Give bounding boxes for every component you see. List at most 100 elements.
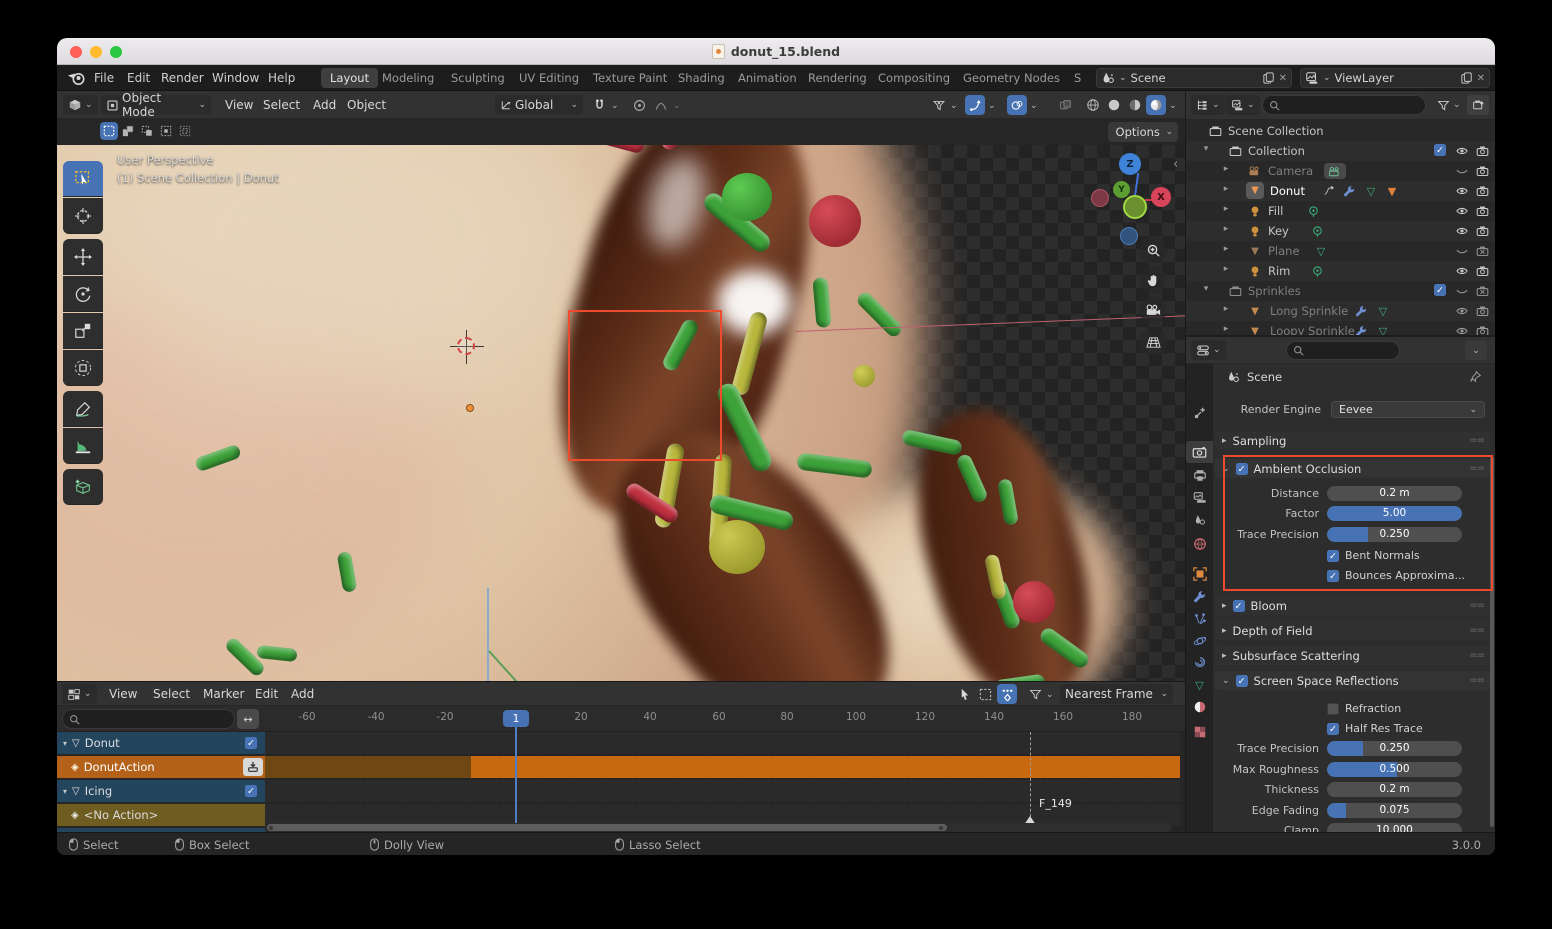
outliner-row-key[interactable]: ▸ Key	[1186, 221, 1495, 241]
new-collection-button[interactable]	[1467, 95, 1489, 115]
channel-checkbox[interactable]: ✓	[245, 785, 257, 797]
eye-icon[interactable]	[1455, 304, 1469, 318]
shading-solid-button[interactable]	[1104, 95, 1124, 115]
outliner-row-loopy-sprinkle[interactable]: ▸ ▼ Loopy Sprinkle ▽	[1186, 321, 1495, 335]
zoom-view-button[interactable]	[1139, 236, 1167, 264]
tab-render[interactable]	[1186, 441, 1213, 463]
remove-viewlayer-icon[interactable]: ✕	[1477, 73, 1485, 84]
timeline-menu-marker[interactable]: Marker	[203, 682, 244, 706]
workspace-tab-modeling[interactable]: Modeling	[373, 68, 443, 88]
track-donut-action[interactable]	[265, 756, 1180, 778]
outliner-row-collection[interactable]: ▾ Collection ✓	[1186, 141, 1495, 161]
tool-measure[interactable]	[63, 428, 103, 464]
tool-transform[interactable]	[63, 350, 103, 386]
bloom-checkbox[interactable]: ✓	[1233, 600, 1245, 612]
camera-render-icon[interactable]	[1475, 224, 1489, 238]
shading-material-button[interactable]	[1125, 95, 1145, 115]
outliner-row-camera[interactable]: ▸ Camera	[1186, 161, 1495, 181]
tab-constraints[interactable]	[1186, 652, 1213, 674]
disclosure-icon[interactable]: ▸	[1220, 204, 1232, 214]
camera-render-icon[interactable]	[1475, 304, 1489, 318]
render-engine-dropdown[interactable]: Eevee ⌄	[1331, 401, 1485, 418]
outliner-row-long-sprinkle[interactable]: ▸ ▼ Long Sprinkle ▽	[1186, 301, 1495, 321]
eye-icon[interactable]	[1455, 324, 1469, 335]
outliner-row-sprinkles[interactable]: ▾ Sprinkles ✓	[1186, 281, 1495, 301]
timeline-menu-add[interactable]: Add	[291, 682, 314, 706]
tool-scale[interactable]	[63, 313, 103, 349]
workspace-tab-texture-paint[interactable]: Texture Paint	[584, 68, 676, 88]
tool-annotate[interactable]	[63, 391, 103, 427]
ssr-halfres-row[interactable]: ✓ Half Res Trace	[1327, 721, 1423, 736]
eye-icon[interactable]	[1455, 184, 1469, 198]
camera-render-icon[interactable]	[1475, 184, 1489, 198]
collection-checkbox[interactable]: ✓	[1434, 284, 1446, 296]
playhead-line[interactable]	[515, 727, 517, 827]
disclosure-icon[interactable]: ▾	[63, 739, 67, 748]
timeline-ruler[interactable]: ↔ -60 -40 -20 20 40 60 80 100 120 140 16…	[57, 706, 1185, 732]
proportional-falloff-button[interactable]	[651, 95, 671, 115]
select-mode-new-button[interactable]	[100, 122, 118, 140]
proportional-editing-button[interactable]	[629, 95, 649, 115]
pan-view-button[interactable]	[1139, 266, 1167, 294]
only-selected-channels-button[interactable]	[997, 684, 1017, 704]
timeline-menu-edit[interactable]: Edit	[255, 682, 278, 706]
ssr-checkbox[interactable]: ✓	[1236, 675, 1248, 687]
eye-icon[interactable]	[1455, 264, 1469, 278]
current-frame-badge[interactable]: 1	[503, 710, 529, 727]
disclosure-icon[interactable]: ▸	[1220, 264, 1232, 274]
timeline-hscrollbar-handle[interactable]	[267, 824, 947, 831]
outliner-row-rim[interactable]: ▸ Rim	[1186, 261, 1495, 281]
ssr-roughness-field[interactable]: 0.500	[1327, 762, 1462, 777]
tab-material[interactable]	[1186, 696, 1213, 718]
outliner-search-input[interactable]	[1262, 95, 1426, 115]
snap-toggle-button[interactable]	[589, 95, 609, 115]
timeline-hscrollbar[interactable]	[265, 823, 1172, 832]
eye-closed-icon[interactable]	[1455, 244, 1469, 258]
tab-particles[interactable]	[1186, 608, 1213, 630]
tool-add-cube[interactable]	[63, 469, 103, 505]
snap-mode-dropdown[interactable]: Nearest Frame ⌄	[1060, 684, 1173, 704]
eye-icon[interactable]	[1455, 204, 1469, 218]
gizmo-axis-y-neg[interactable]	[1123, 195, 1147, 219]
mode-dropdown[interactable]: Object Mode ⌄	[101, 95, 211, 115]
camera-render-icon[interactable]	[1475, 324, 1489, 335]
timeline-editor-type-button[interactable]: ⌄	[62, 684, 97, 704]
menu-edit[interactable]: Edit	[125, 65, 152, 91]
box-select-tool-button[interactable]	[975, 684, 995, 704]
workspace-tab-rendering[interactable]: Rendering	[799, 68, 876, 88]
panel-ssr[interactable]: ⌄ ✓ Screen Space Reflections ==	[1215, 671, 1491, 690]
select-mode-invert-button[interactable]	[157, 122, 175, 140]
tool-move[interactable]	[63, 239, 103, 275]
select-mode-intersect-button[interactable]	[176, 122, 194, 140]
ssr-clamp-field[interactable]: 10.000	[1327, 823, 1462, 832]
tab-modifiers[interactable]	[1186, 586, 1213, 608]
panel-depth-of-field[interactable]: ▸ Depth of Field ==	[1215, 621, 1491, 640]
disclosure-icon[interactable]: ▾	[1200, 284, 1212, 294]
camera-render-icon[interactable]	[1475, 164, 1489, 178]
channel-icing[interactable]: ▾ ▽ Icing ✓	[57, 780, 265, 802]
push-down-action-button[interactable]	[243, 758, 263, 776]
select-mode-extend-button[interactable]	[119, 122, 137, 140]
viewport-editor-type-button[interactable]: ⌄	[63, 95, 98, 115]
action-strip[interactable]	[471, 756, 1180, 778]
outliner-row-donut[interactable]: ▸ ▼ Donut ▽ ▼	[1186, 181, 1495, 201]
shading-wireframe-button[interactable]	[1083, 95, 1103, 115]
properties-options-button[interactable]: ⌄	[1465, 341, 1487, 360]
chevron-down-icon[interactable]: ⌄	[1169, 101, 1177, 111]
overlays-toggle[interactable]	[1007, 95, 1027, 115]
viewlayer-selector[interactable]: ⌄ ViewLayer ✕	[1300, 68, 1490, 88]
tool-select-box[interactable]	[63, 161, 103, 197]
tab-physics[interactable]	[1186, 630, 1213, 652]
eye-closed-icon[interactable]	[1455, 284, 1469, 298]
workspace-tab-geometry-nodes[interactable]: Geometry Nodes	[954, 68, 1069, 88]
transform-orientation-dropdown[interactable]: Global ⌄	[495, 95, 583, 115]
camera-render-icon[interactable]	[1475, 264, 1489, 278]
ssr-refraction-row[interactable]: Refraction	[1327, 701, 1401, 716]
workspace-tab-animation[interactable]: Animation	[729, 68, 806, 88]
ortho-perspective-button[interactable]	[1139, 328, 1167, 356]
disclosure-icon[interactable]: ▾	[1200, 144, 1212, 154]
disclosure-icon[interactable]: ▸	[1220, 164, 1232, 174]
outliner-display-mode-button[interactable]: ⌄	[1226, 95, 1260, 115]
unlink-scene-icon[interactable]: ✕	[1279, 73, 1287, 84]
gizmos-toggle[interactable]	[965, 95, 985, 115]
